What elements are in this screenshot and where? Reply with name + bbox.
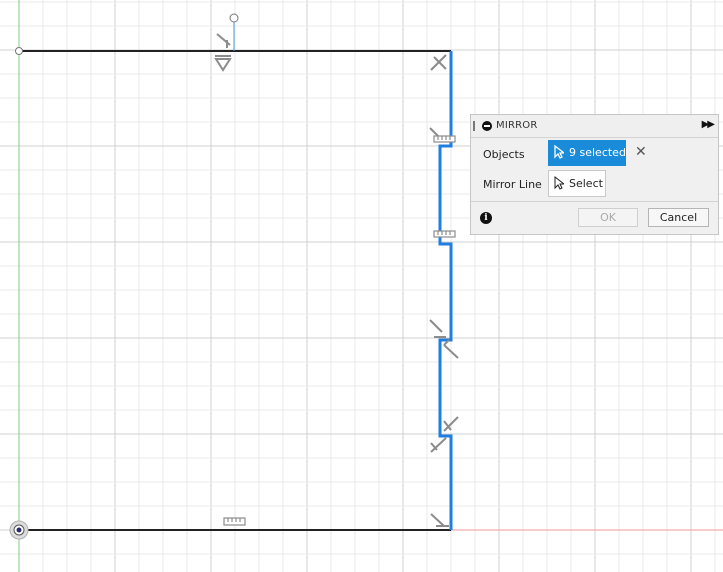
horizontal-constraint-icon[interactable] [433, 230, 456, 238]
mirror-line-select-button[interactable]: Select [548, 170, 606, 197]
objects-label: Objects [483, 148, 525, 161]
tangent-constraint-icon[interactable] [214, 55, 232, 72]
cursor-arrow-icon [554, 144, 566, 162]
mirror-line-label: Mirror Line [483, 178, 542, 191]
dialog-header[interactable]: MIRROR ▶▶ [471, 115, 718, 138]
objects-selection-button[interactable]: 9 selected [548, 140, 626, 166]
origin-point-icon[interactable] [9, 520, 29, 540]
mirror-dialog: MIRROR ▶▶ Objects 9 selected ✕ Mirror Li… [470, 114, 719, 235]
cancel-button[interactable]: Cancel [648, 208, 709, 227]
objects-selection-count: 9 selected [569, 146, 626, 159]
perpendicular-constraint-icon[interactable] [216, 33, 231, 48]
corner-point-top-left[interactable] [15, 47, 23, 55]
perpendicular-constraint-icon[interactable] [430, 437, 447, 453]
perpendicular-constraint-icon[interactable] [430, 513, 449, 527]
collapse-icon[interactable] [482, 121, 492, 131]
drag-handle-icon[interactable] [473, 121, 475, 131]
info-icon[interactable]: i [480, 212, 492, 224]
mirror-line-select-label: Select [569, 177, 603, 190]
footer-divider [471, 201, 718, 202]
ok-button[interactable]: OK [578, 208, 638, 227]
dimension-end-point[interactable] [229, 13, 239, 23]
horizontal-constraint-icon[interactable] [433, 135, 456, 143]
fast-forward-icon[interactable]: ▶▶ [702, 119, 715, 130]
cursor-arrow-icon [554, 175, 566, 193]
clear-selection-icon[interactable]: ✕ [635, 145, 647, 159]
perpendicular-constraint-icon[interactable] [429, 319, 446, 338]
dialog-title: MIRROR [496, 120, 538, 131]
horizontal-constraint-icon[interactable] [223, 517, 246, 526]
perpendicular-constraint-icon[interactable] [430, 54, 447, 71]
sketch-canvas[interactable] [0, 0, 723, 572]
sketch-grid [0, 0, 723, 572]
